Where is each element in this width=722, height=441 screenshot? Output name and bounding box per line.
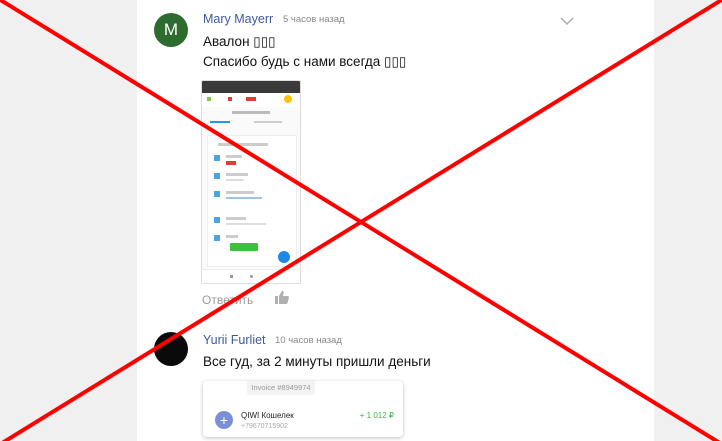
comment-time: 5 часов назад xyxy=(283,14,345,25)
comment-time: 10 часов назад xyxy=(275,335,342,346)
wallet-name: QIWI Кошелек xyxy=(241,411,294,420)
wallet-phone: +79670715902 xyxy=(241,423,288,430)
comment-text-line: Авалон ▯▯▯ xyxy=(203,34,276,49)
chevron-down-icon[interactable] xyxy=(560,16,574,26)
reply-button[interactable]: Ответить xyxy=(202,293,253,307)
comment-text-line: Все гуд, за 2 минуты пришли деньги xyxy=(203,354,431,369)
comment-author[interactable]: Yurii Furliet xyxy=(203,333,266,347)
comment-author[interactable]: Mary Mayerr xyxy=(203,12,273,26)
payment-amount: + 1 012 ₽ xyxy=(359,411,394,420)
plus-icon: + xyxy=(215,411,233,429)
thumbs-up-icon[interactable] xyxy=(274,290,290,305)
avatar[interactable] xyxy=(154,332,188,366)
comment-text-line: Спасибо будь с нами всегда ▯▯▯ xyxy=(203,54,407,69)
attached-screenshot[interactable] xyxy=(201,80,301,284)
payment-receipt-image[interactable]: Invoice #8949974 + QIWI Кошелек +7967071… xyxy=(203,381,403,437)
avatar[interactable]: M xyxy=(154,13,188,47)
invoice-number: Invoice #8949974 xyxy=(247,381,315,395)
